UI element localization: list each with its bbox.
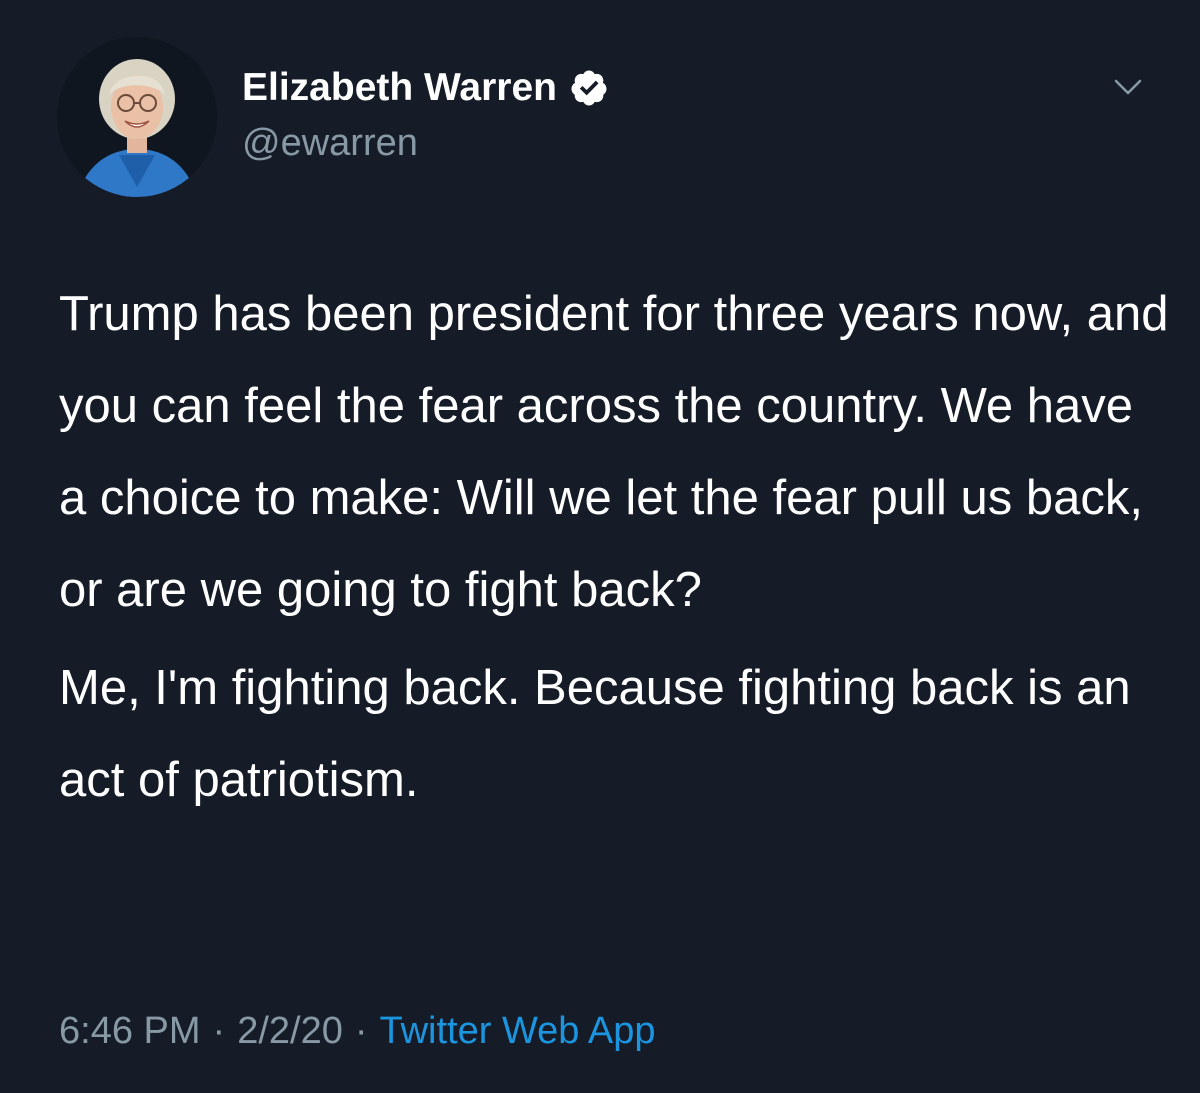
tweet-paragraph: Trump has been president for three years… — [59, 287, 1169, 617]
separator: · — [212, 1010, 226, 1052]
tweet-card: Elizabeth Warren @ewarren Trump has been… — [0, 0, 1200, 1093]
verified-badge-icon — [569, 68, 609, 108]
profile-photo-icon — [57, 37, 217, 197]
tweet-date[interactable]: 2/2/20 — [237, 1010, 343, 1052]
tweet-menu-button[interactable] — [1108, 72, 1148, 102]
tweet-paragraph: Me, I'm fighting back. Because fighting … — [59, 661, 1131, 807]
tweet-metadata: 6:46 PM · 2/2/20 · Twitter Web App — [59, 1010, 655, 1053]
tweet-time[interactable]: 6:46 PM — [59, 1010, 201, 1052]
avatar[interactable] — [57, 37, 217, 197]
author-name-row[interactable]: Elizabeth Warren — [242, 62, 609, 114]
separator: · — [354, 1010, 368, 1052]
author-handle[interactable]: @ewarren — [242, 122, 418, 165]
author-name[interactable]: Elizabeth Warren — [242, 66, 557, 110]
chevron-down-icon — [1114, 79, 1142, 95]
tweet-source-link[interactable]: Twitter Web App — [380, 1010, 656, 1052]
tweet-text: Trump has been president for three years… — [59, 268, 1169, 826]
